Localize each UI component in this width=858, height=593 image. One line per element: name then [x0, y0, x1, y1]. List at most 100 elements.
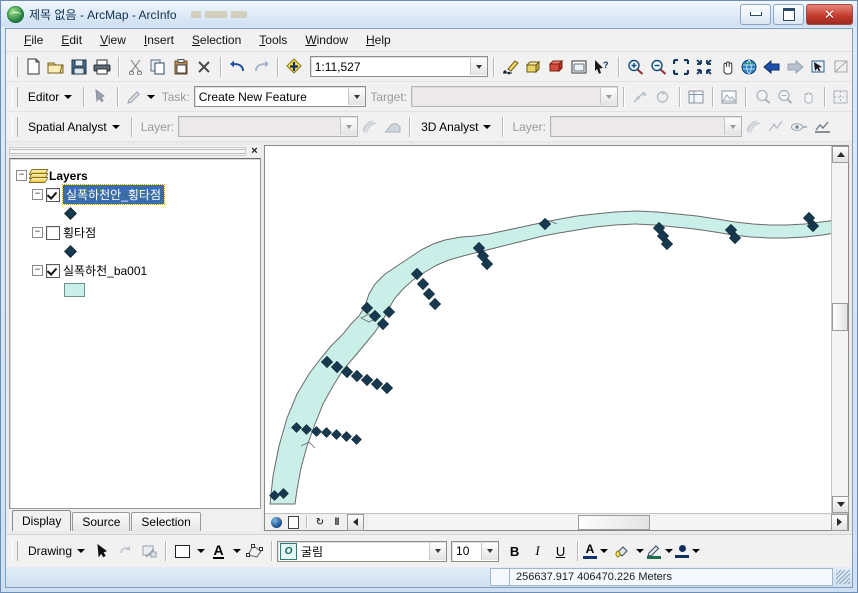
- refresh-icon[interactable]: ↻: [313, 515, 327, 529]
- layer-visibility-checkbox-1[interactable]: [46, 225, 60, 240]
- analyst3d-layer-arrow[interactable]: [723, 118, 741, 135]
- spatial-analyst-layer-arrow[interactable]: [340, 118, 358, 135]
- resize-grip-icon[interactable]: [836, 570, 850, 584]
- toc-layer-0[interactable]: − 실폭하천안_횡타점: [16, 184, 260, 205]
- toolbar-grip[interactable]: [12, 56, 18, 77]
- zoom-in-icon[interactable]: [624, 55, 647, 78]
- editor-toolbar-icon[interactable]: [499, 55, 522, 78]
- rotate-element-icon[interactable]: [114, 540, 137, 563]
- font-color-button[interactable]: A: [583, 540, 598, 563]
- delete-icon[interactable]: [193, 55, 216, 78]
- sketch-tool-icon[interactable]: [123, 85, 145, 108]
- pan-icon[interactable]: [715, 55, 738, 78]
- toc-root-layers[interactable]: − Layers: [16, 166, 260, 185]
- cut-icon[interactable]: [124, 55, 147, 78]
- scroll-down-button[interactable]: [832, 496, 849, 513]
- edit-tool-icon[interactable]: [89, 85, 111, 108]
- sketch-tool-dropdown[interactable]: [145, 85, 158, 108]
- task-dropdown-arrow[interactable]: [348, 88, 366, 105]
- toc-close-icon[interactable]: ×: [248, 145, 261, 158]
- fill-color-dropdown[interactable]: [633, 540, 646, 563]
- toc-layer-1[interactable]: − 횡타점: [16, 223, 260, 242]
- font-name-combo[interactable]: O 굴림: [277, 540, 448, 562]
- zoom-select2-icon[interactable]: [774, 85, 796, 108]
- spatial-analyst-menu-button[interactable]: Spatial Analyst: [22, 119, 126, 135]
- text-dropdown[interactable]: [230, 540, 243, 563]
- menu-insert[interactable]: Insert: [136, 31, 182, 49]
- vertical-scroll-track[interactable]: [832, 163, 848, 496]
- editor-toolbar-grip[interactable]: [12, 86, 18, 107]
- toc-tree[interactable]: − Layers − 실폭하천안_횡타점 − 횡타점 − 실폭하천_ba001: [9, 158, 261, 509]
- what-is-this-icon[interactable]: ?: [590, 55, 613, 78]
- save-icon[interactable]: [68, 55, 91, 78]
- map-scale-combo[interactable]: 1:11,527: [309, 56, 489, 77]
- map-canvas[interactable]: [265, 146, 831, 513]
- print-icon[interactable]: [90, 55, 113, 78]
- font-color-dropdown[interactable]: [597, 540, 610, 563]
- expand-collapse-icon[interactable]: −: [32, 189, 43, 200]
- marker-color-dropdown[interactable]: [689, 540, 702, 563]
- new-text-icon[interactable]: A: [207, 540, 230, 563]
- interpolate-icon[interactable]: [765, 115, 788, 138]
- map-scale-dropdown-arrow[interactable]: [470, 58, 488, 75]
- target-dropdown-arrow[interactable]: [599, 88, 617, 105]
- graphic-convert-icon[interactable]: [137, 540, 160, 563]
- drawing-toolbar-grip[interactable]: [12, 541, 18, 561]
- drawing-menu-button[interactable]: Drawing: [22, 543, 91, 559]
- clear-selection-icon[interactable]: [829, 55, 852, 78]
- font-size-combo[interactable]: 10: [451, 540, 500, 562]
- italic-button[interactable]: I: [526, 540, 549, 563]
- select-elements-icon[interactable]: [91, 540, 114, 563]
- model-builder-icon[interactable]: [545, 55, 568, 78]
- add-data-icon[interactable]: [283, 55, 306, 78]
- bold-button[interactable]: B: [503, 540, 526, 563]
- task-combo[interactable]: Create New Feature: [193, 86, 367, 107]
- data-view-icon[interactable]: [269, 515, 283, 529]
- expand-collapse-icon[interactable]: −: [16, 170, 27, 181]
- tab-display[interactable]: Display: [12, 510, 72, 531]
- menu-view[interactable]: View: [92, 31, 134, 49]
- forward-extent-icon[interactable]: [784, 55, 807, 78]
- polygon-fill-symbol[interactable]: [64, 282, 85, 297]
- menu-selection[interactable]: Selection: [184, 31, 249, 49]
- rotate-tool-icon[interactable]: [651, 85, 673, 108]
- minimize-button[interactable]: [740, 3, 771, 25]
- analyst3d-menu-button[interactable]: 3D Analyst: [415, 119, 497, 135]
- zoom-out-icon[interactable]: [647, 55, 670, 78]
- layer-visibility-checkbox-2[interactable]: [46, 263, 60, 278]
- scroll-up-button[interactable]: [832, 146, 849, 163]
- fill-color-icon[interactable]: [610, 540, 633, 563]
- attributes-icon[interactable]: [685, 85, 707, 108]
- full-extent-icon[interactable]: [738, 55, 761, 78]
- edit-vertices-icon[interactable]: [243, 540, 266, 563]
- redo-icon[interactable]: [249, 55, 272, 78]
- diamond-point-symbol[interactable]: [64, 245, 77, 258]
- back-extent-icon[interactable]: [761, 55, 784, 78]
- layer-visibility-checkbox-0[interactable]: [46, 187, 60, 202]
- select-features-icon[interactable]: [806, 55, 829, 78]
- arctoolbox-icon[interactable]: [522, 55, 545, 78]
- zoom-select-icon[interactable]: [751, 85, 773, 108]
- maximize-button[interactable]: [773, 3, 804, 25]
- show-command-line-icon[interactable]: [567, 55, 590, 78]
- pause-drawing-icon[interactable]: ‖: [330, 515, 344, 529]
- new-document-icon[interactable]: [22, 55, 45, 78]
- rectangle-dropdown[interactable]: [194, 540, 207, 563]
- menu-edit[interactable]: Edit: [53, 31, 90, 49]
- pan-edit-icon[interactable]: [796, 85, 818, 108]
- surface-icon[interactable]: [742, 115, 765, 138]
- toc-layer-2[interactable]: − 실폭하천_ba001: [16, 261, 260, 280]
- undo-icon[interactable]: [226, 55, 249, 78]
- underline-button[interactable]: U: [549, 540, 572, 563]
- font-size-arrow[interactable]: [481, 542, 499, 560]
- contour-icon[interactable]: [381, 115, 404, 138]
- toc-title-bar[interactable]: ×: [9, 145, 261, 158]
- create-profile-icon[interactable]: [811, 115, 834, 138]
- histogram-icon[interactable]: [358, 115, 381, 138]
- new-rectangle-icon[interactable]: [171, 540, 194, 563]
- spatial-analyst-grip[interactable]: [12, 116, 18, 137]
- expand-collapse-icon[interactable]: −: [32, 265, 43, 276]
- menu-tools[interactable]: Tools: [251, 31, 295, 49]
- vertical-scroll-thumb[interactable]: [832, 303, 848, 331]
- horizontal-scroll-thumb[interactable]: [578, 514, 650, 530]
